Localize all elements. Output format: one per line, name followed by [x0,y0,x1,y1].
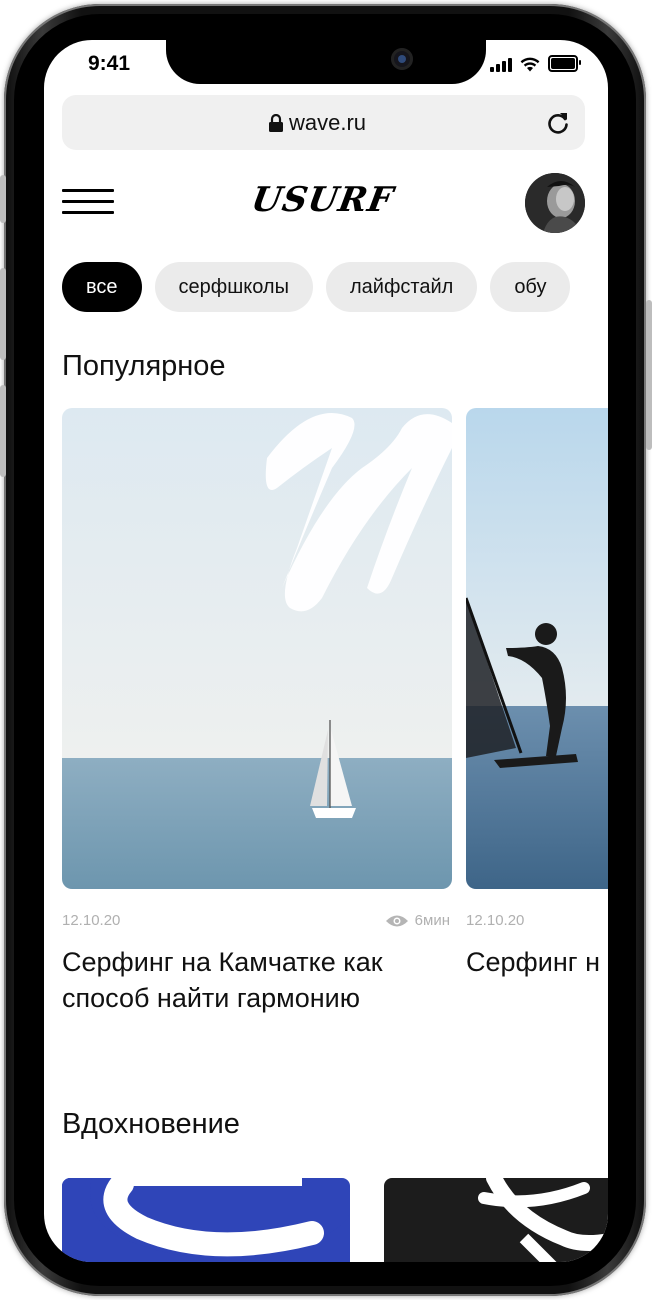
volume-down-button [0,385,6,477]
article-card[interactable]: 12.10.20 Серфинг н способ на [466,408,608,977]
volume-up-button [0,268,6,360]
mute-switch [0,175,6,223]
windsurfer-photo [466,408,608,889]
front-camera [391,48,413,70]
avatar-photo [525,173,585,233]
chip-surf-schools[interactable]: серфшколы [154,262,313,312]
hamburger-menu-icon[interactable] [62,189,114,217]
battery-icon [548,55,581,72]
article-title[interactable]: Серфинг на Камчатке как способ найти гар… [62,944,452,1016]
category-chips: все серфшколы лайфстайл обу [62,262,571,312]
read-time-label: 6мин [414,912,450,929]
site-logo[interactable]: USURF [248,180,396,220]
section-title-inspiration: Вдохновение [62,1108,240,1140]
inspiration-image [62,1178,350,1262]
status-time: 9:41 [88,52,131,75]
sailboat-photo [62,408,452,889]
url-text: wave.ru [289,110,367,135]
section-title-popular: Популярное [62,350,226,382]
notch [166,40,486,84]
reload-icon[interactable] [545,110,571,136]
chip-lifestyle[interactable]: лайфстайл [325,262,478,312]
article-title[interactable]: Серфинг н способ на [466,944,608,980]
chip-all[interactable]: все [62,262,142,312]
article-date: 12.10.20 [62,912,121,929]
signal-icon [490,58,512,72]
power-button [646,300,652,450]
article-card[interactable]: 12.10.20 6мин Серфинг на Камчатке как сп… [62,408,452,1013]
eye-icon [385,915,408,926]
status-icons [490,55,581,72]
inspiration-card[interactable] [384,1178,608,1262]
article-image[interactable] [62,408,452,889]
inspiration-card[interactable] [62,1178,350,1262]
read-time: 6мин [385,912,450,929]
screen: 9:41 wave.ru USURF все серфшколы лайфста… [44,40,608,1262]
inspiration-image [478,1178,608,1262]
avatar[interactable] [525,173,585,233]
wifi-icon [520,57,540,72]
chip-education[interactable]: обу [490,262,571,312]
article-image[interactable] [466,408,608,889]
article-date: 12.10.20 [466,912,525,929]
address-bar[interactable]: wave.ru [62,95,585,150]
lock-icon [269,114,283,132]
